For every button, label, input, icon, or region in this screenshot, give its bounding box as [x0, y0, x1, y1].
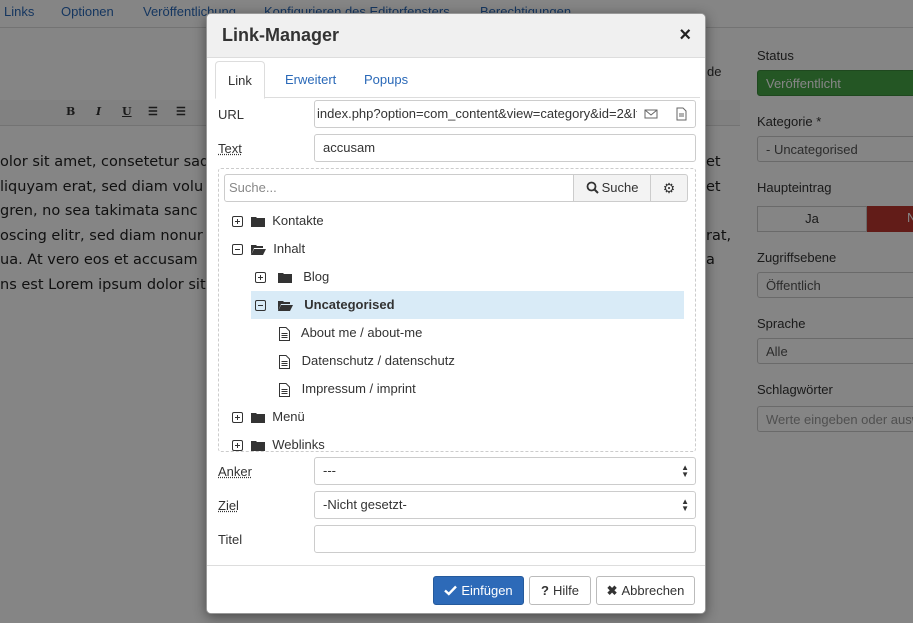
- modal-header: Link-Manager ×: [207, 14, 705, 58]
- folder-icon: [251, 440, 265, 451]
- tree-item-label: About me / about-me: [301, 325, 422, 340]
- search-input[interactable]: Suche...: [224, 174, 574, 202]
- link-manager-dialog: Link-Manager × Link Erweitert Popups URL…: [206, 13, 706, 614]
- search-button[interactable]: Suche: [573, 174, 651, 202]
- cancel-button[interactable]: ✖ Abbrechen: [596, 576, 695, 605]
- select-arrows-icon: ▲ ▼: [681, 498, 689, 512]
- modal-title: Link-Manager: [222, 25, 339, 46]
- help-button-label: Hilfe: [553, 583, 579, 598]
- collapse-icon[interactable]: [255, 300, 266, 311]
- expand-icon[interactable]: [232, 216, 243, 227]
- tree-item-about[interactable]: About me / about-me: [279, 319, 422, 347]
- tree-item-label: Impressum / imprint: [302, 381, 416, 396]
- tree-item-label: Kontakte: [272, 213, 323, 228]
- url-value: index.php?option=com_content&view=catego…: [317, 101, 637, 127]
- folder-icon: [251, 412, 265, 423]
- folder-open-icon: [278, 300, 293, 311]
- tree-item-menue[interactable]: Menü: [232, 403, 305, 431]
- tree-item-label: Menü: [272, 409, 305, 424]
- target-select[interactable]: -Nicht gesetzt- ▲ ▼: [314, 491, 696, 519]
- tree-item-uncategorised[interactable]: Uncategorised: [251, 291, 684, 319]
- tab-link[interactable]: Link: [215, 61, 265, 99]
- insert-button[interactable]: Einfügen: [433, 576, 524, 605]
- tree-item-blog[interactable]: Blog: [255, 263, 329, 291]
- document-icon: [279, 355, 290, 369]
- folder-icon: [251, 216, 265, 227]
- tree-item-label: Datenschutz / datenschutz: [302, 353, 455, 368]
- anchor-label: Anker: [218, 464, 252, 479]
- document-icon: [279, 327, 290, 341]
- tree-item-inhalt[interactable]: Inhalt: [232, 235, 305, 263]
- tree-item-kontakte[interactable]: Kontakte: [232, 207, 324, 235]
- url-label: URL: [218, 107, 244, 122]
- tree-item-label: Uncategorised: [304, 297, 394, 312]
- cancel-button-label: Abbrechen: [622, 583, 685, 598]
- search-button-label: Suche: [602, 180, 639, 195]
- target-label: Ziel: [218, 498, 239, 513]
- insert-button-label: Einfügen: [461, 583, 512, 598]
- expand-icon[interactable]: [232, 412, 243, 423]
- tree-item-label: Inhalt: [273, 241, 305, 256]
- tab-popups[interactable]: Popups: [352, 61, 420, 98]
- target-value: -Nicht gesetzt-: [323, 497, 407, 512]
- expand-icon[interactable]: [232, 440, 243, 451]
- tree-item-datenschutz[interactable]: Datenschutz / datenschutz: [279, 347, 455, 375]
- close-icon: ✖: [607, 583, 618, 598]
- folder-open-icon: [251, 244, 266, 255]
- select-arrows-icon: ▲ ▼: [681, 464, 689, 478]
- anchor-value: ---: [323, 463, 336, 478]
- expand-icon[interactable]: [255, 272, 266, 283]
- document-icon: [279, 383, 290, 397]
- search-icon: [586, 181, 599, 194]
- file-browse-icon[interactable]: [674, 107, 688, 121]
- tree-item-label: Weblinks: [272, 437, 325, 452]
- modal-footer: Einfügen ? Hilfe ✖ Abbrechen: [207, 565, 705, 614]
- help-button[interactable]: ? Hilfe: [529, 576, 591, 605]
- gear-icon: ⚙: [663, 180, 676, 196]
- tree-item-label: Blog: [303, 269, 329, 284]
- folder-icon: [278, 272, 292, 283]
- anchor-select[interactable]: --- ▲ ▼: [314, 457, 696, 485]
- question-icon: ?: [541, 583, 549, 598]
- tab-advanced[interactable]: Erweitert: [273, 61, 348, 98]
- tree-item-weblinks[interactable]: Weblinks: [232, 431, 325, 452]
- link-browser: Suche... Suche ⚙ Kontakte Inhalt Blog Un…: [218, 168, 696, 452]
- text-label: Text: [218, 141, 242, 156]
- title-label: Titel: [218, 532, 242, 547]
- url-field[interactable]: index.php?option=com_content&view=catego…: [314, 100, 696, 128]
- close-icon[interactable]: ×: [679, 24, 691, 47]
- check-icon: [444, 585, 457, 596]
- email-icon[interactable]: [644, 107, 658, 121]
- tree-item-impressum[interactable]: Impressum / imprint: [279, 375, 416, 403]
- title-field[interactable]: [314, 525, 696, 553]
- settings-button[interactable]: ⚙: [650, 174, 688, 202]
- tab-bar: Link Erweitert Popups: [215, 61, 700, 98]
- collapse-icon[interactable]: [232, 244, 243, 255]
- text-field[interactable]: accusam: [314, 134, 696, 162]
